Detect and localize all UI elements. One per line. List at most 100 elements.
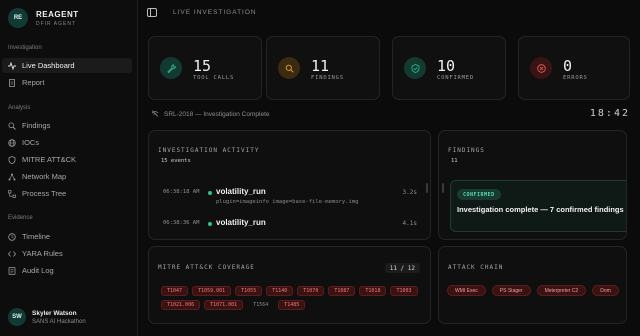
- chain-step[interactable]: Dom: [592, 285, 619, 296]
- log-icon: [8, 266, 16, 275]
- chain-step[interactable]: PS Stager: [491, 285, 531, 296]
- technique-tag[interactable]: T1070: [297, 286, 325, 296]
- stat-value: 10: [437, 57, 456, 75]
- user-name: Skyler Watson: [32, 309, 77, 317]
- signal-icon: [151, 110, 159, 119]
- scrollbar[interactable]: [442, 183, 444, 193]
- code-icon: [8, 250, 16, 258]
- sidebar-item-timeline[interactable]: Timeline: [2, 229, 132, 244]
- elapsed-timer: 18:42: [589, 108, 630, 119]
- sidebar-item-label: Report: [22, 78, 45, 87]
- technique-tag[interactable]: T1087: [328, 286, 356, 296]
- sidebar-item-label: Timeline: [22, 232, 51, 241]
- stat-label: CONFIRMED: [437, 75, 475, 81]
- event-count: 15 events: [161, 158, 191, 164]
- sidebar-item-label: Findings: [22, 121, 51, 130]
- panel-title: MITRE ATT&CK COVERAGE: [158, 264, 255, 271]
- section-label-investigation: Investigation: [8, 45, 42, 51]
- stat-value: 11: [311, 57, 330, 75]
- findings-panel: FINDINGS 11 CONFIRMED Investigation comp…: [438, 130, 627, 240]
- sidebar-item-findings[interactable]: Findings: [2, 118, 132, 133]
- technique-tag[interactable]: T1140: [266, 286, 294, 296]
- sidebar-item-live-dashboard[interactable]: Live Dashboard: [2, 58, 132, 73]
- status-dot: [208, 222, 212, 226]
- event-args: plugin=imageinfo image=base-file-memory.…: [216, 199, 359, 205]
- list-item[interactable]: 06:38:18 AM volatility_run 3.2s plugin=i…: [163, 187, 423, 213]
- sidebar-item-mitre[interactable]: MITRE ATT&CK: [2, 152, 132, 167]
- sidebar-item-label: MITRE ATT&CK: [22, 155, 77, 164]
- coverage-count: 11 / 12: [384, 263, 420, 273]
- stat-card-findings: 11 FINDINGS: [266, 36, 380, 100]
- finding-item[interactable]: CONFIRMED Investigation complete — 7 con…: [450, 180, 626, 232]
- x-circle-icon: [530, 57, 552, 79]
- stat-value: 15: [193, 57, 212, 75]
- sidebar-item-label: YARA Rules: [22, 249, 63, 258]
- technique-tag[interactable]: T1071.001: [204, 300, 244, 310]
- sidebar-item-label: Audit Log: [22, 266, 54, 275]
- panel-title: ATTACK CHAIN: [448, 264, 504, 271]
- sidebar-item-audit-log[interactable]: Audit Log: [2, 263, 132, 278]
- attack-chain: WMI Exec PS Stager Meterpreter C2 Dom: [447, 285, 619, 296]
- clock-icon: [8, 232, 16, 241]
- stat-card-confirmed: 10 CONFIRMED: [392, 36, 506, 100]
- sidebar-toggle-icon[interactable]: [147, 8, 157, 17]
- technique-tag[interactable]: T1059.001: [192, 286, 232, 296]
- status-text: SRL-2018 — Investigation Complete: [164, 111, 270, 118]
- mitre-panel: MITRE ATT&CK COVERAGE 11 / 12 T1047 T105…: [148, 246, 431, 324]
- brand: RE REAGENT DFIR AGENT: [8, 8, 79, 28]
- technique-tag[interactable]: T1055: [235, 286, 263, 296]
- main-content: LIVE INVESTIGATION 15 TOOL CALLS 11 FIND…: [138, 0, 640, 336]
- sidebar-item-report[interactable]: Report: [2, 75, 132, 90]
- stat-label: ERRORS: [563, 75, 588, 81]
- event-tool: volatility_run: [216, 187, 266, 196]
- shield-check-icon: [404, 57, 426, 79]
- stat-card-errors: 0 ERRORS: [518, 36, 630, 100]
- stat-value: 0: [563, 57, 573, 75]
- sidebar-item-yara-rules[interactable]: YARA Rules: [2, 246, 132, 261]
- avatar: SW: [8, 308, 26, 326]
- technique-tags: T1047 T1059.001 T1055 T1140 T1070 T1087 …: [161, 286, 421, 310]
- technique-tag[interactable]: T1021.006: [161, 300, 201, 310]
- technique-tag[interactable]: T1018: [359, 286, 387, 296]
- activity-panel: INVESTIGATION ACTIVITY 15 events 06:38:1…: [148, 130, 431, 240]
- technique-tag[interactable]: T1003: [390, 286, 418, 296]
- network-icon: [8, 173, 16, 181]
- list-item[interactable]: 06:38:36 AM volatility_run 4.1s: [163, 218, 423, 239]
- section-label-analysis: Analysis: [8, 105, 31, 111]
- stat-card-tool-calls: 15 TOOL CALLS: [148, 36, 262, 100]
- technique-tag[interactable]: T1564: [247, 300, 274, 310]
- pulse-icon: [8, 61, 16, 70]
- attack-chain-panel: ATTACK CHAIN WMI Exec PS Stager Meterpre…: [438, 246, 627, 324]
- section-label-evidence: Evidence: [8, 215, 33, 221]
- tree-icon: [8, 189, 16, 198]
- findings-count: 11: [451, 158, 458, 164]
- chain-step[interactable]: Meterpreter C2: [536, 285, 587, 296]
- event-duration: 3.2s: [402, 189, 417, 196]
- app-window: RE REAGENT DFIR AGENT Investigation Live…: [0, 0, 640, 336]
- event-duration: 4.1s: [402, 220, 417, 227]
- brand-title: REAGENT: [36, 9, 79, 19]
- scrollbar[interactable]: [426, 183, 428, 193]
- technique-tag[interactable]: T1485: [278, 300, 306, 310]
- panel-title: FINDINGS: [448, 147, 485, 154]
- sidebar-item-network-map[interactable]: Network Map: [2, 169, 132, 184]
- search-icon: [278, 57, 300, 79]
- sidebar-item-label: Network Map: [22, 172, 67, 181]
- sidebar-item-label: Process Tree: [22, 189, 67, 198]
- status-dot: [208, 191, 212, 195]
- stat-label: TOOL CALLS: [193, 75, 235, 81]
- investigation-status: SRL-2018 — Investigation Complete: [151, 110, 270, 119]
- page-title: LIVE INVESTIGATION: [173, 9, 257, 16]
- technique-tag[interactable]: T1047: [161, 286, 189, 296]
- event-tool: volatility_run: [216, 218, 266, 227]
- sidebar: RE REAGENT DFIR AGENT Investigation Live…: [0, 0, 138, 336]
- document-icon: [8, 78, 16, 87]
- chain-step[interactable]: WMI Exec: [447, 285, 486, 296]
- sidebar-item-process-tree[interactable]: Process Tree: [2, 186, 132, 201]
- panel-title: INVESTIGATION ACTIVITY: [158, 147, 260, 154]
- sidebar-item-iocs[interactable]: IOCs: [2, 135, 132, 150]
- search-icon: [8, 121, 16, 130]
- event-time: 06:38:36 AM: [163, 220, 200, 226]
- event-time: 06:38:18 AM: [163, 189, 200, 195]
- user-profile[interactable]: SW Skyler Watson SANS AI Hackathon: [8, 308, 86, 326]
